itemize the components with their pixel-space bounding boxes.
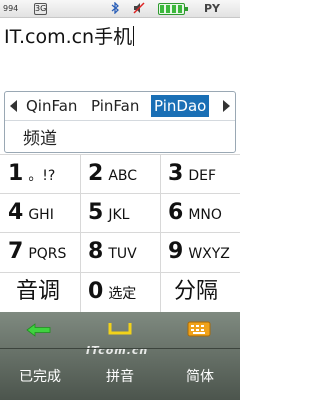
keyboard-icon[interactable] bbox=[187, 320, 211, 338]
key-7[interactable]: 7 PQRS bbox=[8, 232, 66, 271]
key-2[interactable]: 2 ABC bbox=[88, 154, 137, 193]
separator-key[interactable]: 分隔 bbox=[174, 272, 218, 311]
softkey-labels-row: 已完成 拼音 简体 bbox=[0, 348, 240, 400]
key-3[interactable]: 3 DEF bbox=[168, 154, 216, 193]
key-1[interactable]: 1。!? bbox=[8, 154, 55, 193]
battery-icon bbox=[158, 3, 188, 15]
key-6[interactable]: 6 MNO bbox=[168, 193, 222, 232]
tone-key[interactable]: 音调 bbox=[16, 272, 60, 311]
key-0[interactable]: 0 选定 bbox=[88, 272, 136, 311]
bluetooth-icon bbox=[111, 2, 119, 14]
word-candidate[interactable]: 频道 bbox=[23, 124, 57, 149]
message-text-area[interactable]: IT.com.cn手机 bbox=[0, 18, 240, 91]
word-candidate-row: 频道 bbox=[5, 120, 235, 152]
input-method-indicator: PY bbox=[204, 2, 221, 15]
simplified-softkey[interactable]: 简体 bbox=[160, 366, 240, 386]
back-arrow-icon[interactable] bbox=[26, 322, 52, 338]
done-softkey[interactable]: 已完成 bbox=[0, 366, 80, 386]
key-9[interactable]: 9 WXYZ bbox=[168, 232, 230, 271]
pinyin-candidate[interactable]: QinFan bbox=[26, 95, 77, 117]
text-value: IT.com.cn手机 bbox=[4, 26, 133, 48]
mute-icon bbox=[133, 2, 145, 14]
phone-screen: 994 3G PY IT.com.cn手机 QinFan PinFan PinD… bbox=[0, 0, 240, 400]
space-icon[interactable] bbox=[108, 321, 132, 337]
candidate-panel: QinFan PinFan PinDao 频道 bbox=[4, 91, 236, 153]
signal-text: 994 bbox=[3, 4, 19, 13]
pinyin-candidate[interactable]: PinFan bbox=[91, 95, 139, 117]
softkey-bar: ITcom.cn 已完成 拼音 简体 bbox=[0, 312, 240, 400]
pinyin-softkey[interactable]: 拼音 bbox=[80, 366, 160, 386]
key-4[interactable]: 4 GHI bbox=[8, 193, 54, 232]
status-bar: 994 3G PY bbox=[0, 0, 240, 18]
mode-badge: 3G bbox=[34, 3, 47, 15]
keypad: 1。!? 2 ABC 3 DEF 4 GHI 5 JKL 6 MNO 7 PQRS 8 TUV… bbox=[0, 154, 240, 312]
softkey-icons-row: ITcom.cn bbox=[0, 312, 240, 357]
text-cursor bbox=[133, 26, 135, 46]
pinyin-candidate-row: QinFan PinFan PinDao bbox=[5, 92, 235, 121]
key-8[interactable]: 8 TUV bbox=[88, 232, 137, 271]
key-5[interactable]: 5 JKL bbox=[88, 193, 129, 232]
scroll-right-icon[interactable] bbox=[223, 100, 230, 112]
scroll-left-icon[interactable] bbox=[10, 100, 17, 112]
pinyin-candidate-selected[interactable]: PinDao bbox=[151, 95, 210, 117]
